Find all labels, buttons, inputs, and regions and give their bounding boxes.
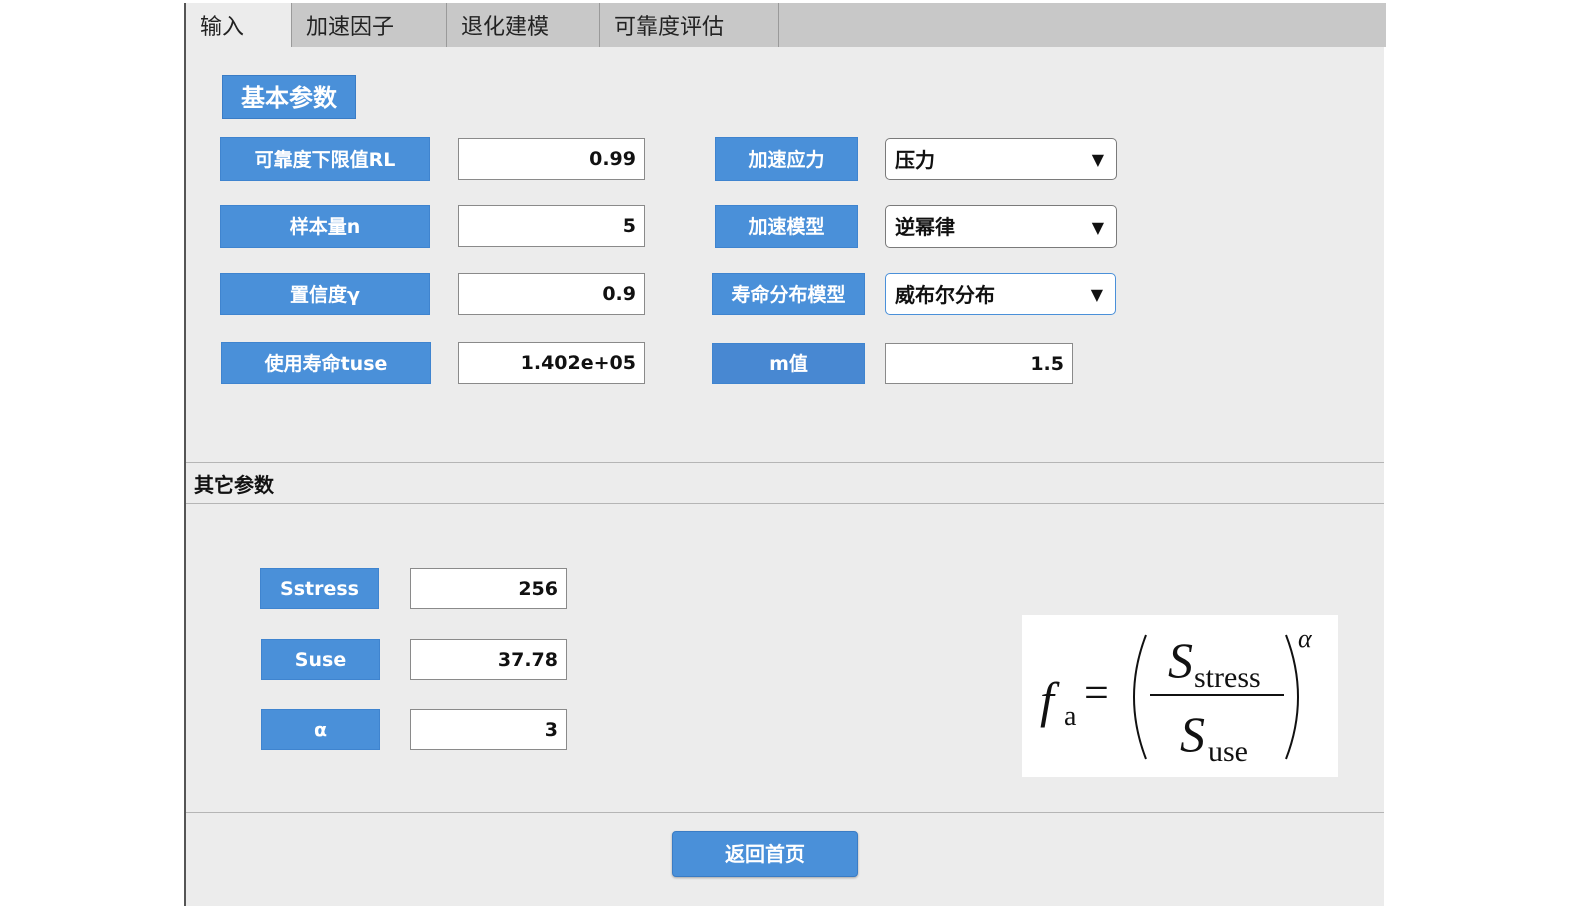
footer-divider: [186, 812, 1384, 813]
formula-num: S: [1168, 632, 1193, 688]
tab-reliability-assessment[interactable]: 可靠度评估: [600, 3, 779, 47]
basic-params-title: 基本参数: [222, 75, 356, 119]
alpha-label: α: [261, 709, 380, 750]
reliability-lower-label: 可靠度下限值RL: [220, 137, 430, 181]
accel-stress-value: 压力: [895, 148, 935, 172]
formula-svg: f a = S stress S use α: [1040, 624, 1313, 768]
app-window: 输入 加速因子 退化建模 可靠度评估 基本参数 可靠度下限值RL 样本量n 置信…: [184, 3, 1386, 906]
section-divider-bottom: [186, 503, 1384, 504]
m-value-label: m值: [712, 343, 865, 384]
formula-image: f a = S stress S use α: [1022, 615, 1338, 777]
tab-degradation-modeling[interactable]: 退化建模: [447, 3, 600, 47]
chevron-down-icon: ▼: [1091, 218, 1104, 237]
life-dist-value: 威布尔分布: [895, 283, 995, 307]
tab-bar: 输入 加速因子 退化建模 可靠度评估: [186, 3, 1386, 47]
sample-size-input[interactable]: [458, 205, 645, 247]
accel-model-select[interactable]: 逆幂律 ▼: [885, 205, 1117, 248]
suse-label: Suse: [261, 639, 380, 680]
formula-lhs-sub: a: [1064, 701, 1077, 732]
sstress-input[interactable]: [410, 568, 567, 609]
m-value-input[interactable]: [885, 343, 1073, 384]
accel-model-value: 逆幂律: [895, 215, 955, 239]
section-divider-top: [186, 462, 1384, 463]
use-life-label: 使用寿命tuse: [221, 342, 431, 384]
accel-stress-label: 加速应力: [715, 137, 858, 181]
formula-left-paren: [1133, 634, 1147, 760]
accel-stress-select[interactable]: 压力 ▼: [885, 138, 1117, 180]
confidence-input[interactable]: [458, 273, 645, 315]
accel-model-label: 加速模型: [715, 205, 858, 248]
formula-num-sub: stress: [1194, 661, 1261, 694]
sstress-label: Sstress: [260, 568, 379, 609]
chevron-down-icon: ▼: [1091, 150, 1104, 169]
chevron-down-icon: ▼: [1090, 285, 1103, 304]
formula-right-paren: [1285, 634, 1299, 760]
confidence-label: 置信度γ: [220, 273, 430, 315]
suse-input[interactable]: [410, 639, 567, 680]
alpha-input[interactable]: [410, 709, 567, 750]
formula-lhs: f: [1040, 672, 1060, 728]
tab-input[interactable]: 输入: [186, 3, 292, 47]
formula-exp: α: [1298, 624, 1313, 653]
formula-equals: =: [1084, 668, 1109, 717]
life-dist-label: 寿命分布模型: [712, 273, 865, 315]
formula-den-sub: use: [1208, 735, 1248, 768]
other-params-title: 其它参数: [194, 473, 274, 497]
reliability-lower-input[interactable]: [458, 138, 645, 180]
sample-size-label: 样本量n: [220, 205, 430, 248]
formula-den: S: [1180, 706, 1205, 762]
use-life-input[interactable]: [458, 342, 645, 384]
life-dist-select[interactable]: 威布尔分布 ▼: [885, 273, 1116, 315]
back-home-button[interactable]: 返回首页: [672, 831, 858, 877]
tab-acceleration-factor[interactable]: 加速因子: [292, 3, 447, 47]
